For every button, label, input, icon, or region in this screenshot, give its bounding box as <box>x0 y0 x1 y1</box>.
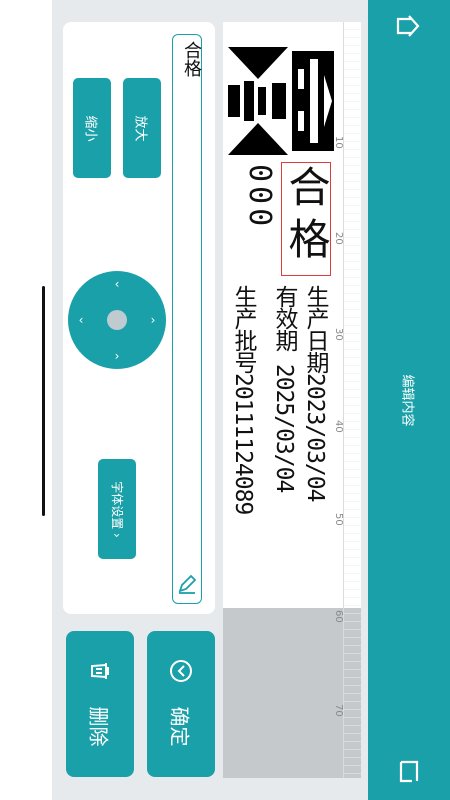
ruler-mark: 70 <box>333 704 344 717</box>
expiry-date-line[interactable]: 有效期 2025/03/04 <box>271 285 297 605</box>
canvas-overflow-area <box>223 608 361 778</box>
delete-button[interactable]: 删除 <box>66 631 134 777</box>
confirm-button[interactable]: 确定 <box>147 631 215 777</box>
ruler <box>343 22 362 778</box>
move-down-arrow-icon[interactable]: › <box>110 349 124 363</box>
page-title: 编辑内容 <box>399 373 415 427</box>
move-left-arrow-icon[interactable]: ‹ <box>74 313 88 327</box>
zoom-in-button[interactable]: 放大 <box>123 78 161 178</box>
batch-number-line[interactable]: 生产批号20111124089 <box>230 285 256 605</box>
text-input[interactable]: 合格 <box>172 34 202 604</box>
logo-image[interactable] <box>228 45 342 157</box>
drag-handle[interactable] <box>42 286 45 516</box>
text-input-value: 合格 <box>181 41 202 77</box>
move-right-arrow-icon[interactable]: › <box>146 313 160 327</box>
selected-text-element[interactable]: 合格 <box>282 165 331 273</box>
pencil-icon[interactable] <box>176 573 198 595</box>
app-bar: 编辑内容 <box>368 0 450 800</box>
font-settings-button[interactable]: 字体设置 › <box>98 459 136 559</box>
ruler-mark: 20 <box>333 232 344 245</box>
back-icon[interactable] <box>388 752 428 792</box>
canvas-text-block[interactable]: 生产日期2023/03/04 有效期 2025/03/04 生产批号201111… <box>226 285 340 605</box>
confirm-label: 确定 <box>167 706 192 746</box>
direction-pad[interactable]: ‹ › ‹ › <box>68 271 166 369</box>
dpad-center[interactable] <box>107 310 127 330</box>
zoom-out-button[interactable]: 缩小 <box>73 78 111 178</box>
production-date-line[interactable]: 生产日期2023/03/04 <box>302 285 328 605</box>
dot-number-element[interactable]: 000 <box>230 164 277 274</box>
check-circle-icon <box>169 659 193 683</box>
delete-label: 删除 <box>86 706 111 746</box>
home-icon[interactable] <box>388 6 428 46</box>
move-up-arrow-icon[interactable]: ‹ <box>110 277 124 291</box>
ruler-mark: 60 <box>333 610 344 623</box>
trash-icon <box>88 659 112 683</box>
